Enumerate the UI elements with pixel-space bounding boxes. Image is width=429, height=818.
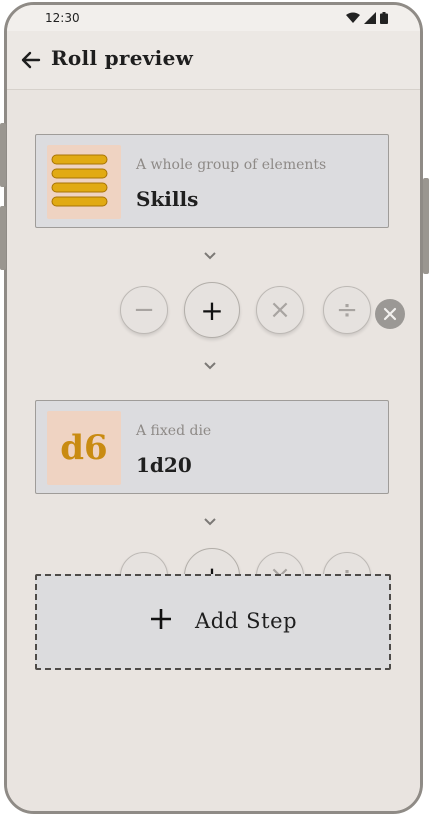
step-card-fixed-die[interactable]: d6 A fixed die 1d20 (35, 400, 389, 494)
step-title: 1d20 (136, 453, 192, 477)
divide-operator-button[interactable]: ÷ (323, 286, 371, 334)
page-title: Roll preview (51, 46, 194, 70)
remove-step-button[interactable] (375, 299, 405, 329)
close-icon (383, 307, 397, 321)
volume-down-side-button (0, 206, 6, 270)
multiply-symbol: × (269, 295, 291, 325)
step-type-label: A fixed die (136, 423, 212, 439)
d6-die-icon: d6 (47, 411, 121, 485)
add-symbol: + (200, 293, 224, 327)
volume-up-side-button (0, 123, 6, 187)
subtract-symbol: − (133, 295, 155, 325)
status-bar: 12:30 (7, 5, 420, 31)
status-icons (346, 12, 388, 24)
plus-icon (151, 609, 171, 629)
stacked-bars-icon (47, 145, 121, 219)
wifi-icon (346, 12, 360, 23)
divide-symbol: ÷ (336, 295, 358, 325)
back-arrow-icon[interactable] (19, 49, 41, 71)
chevron-down-icon (204, 362, 216, 370)
step-card-skills[interactable]: A whole group of elements Skills (35, 134, 389, 228)
multiply-operator-button[interactable]: × (256, 286, 304, 334)
status-time: 12:30 (45, 11, 80, 25)
step-type-label: A whole group of elements (136, 157, 327, 173)
power-side-button (423, 178, 429, 274)
step-title: Skills (136, 187, 199, 211)
app-bar: Roll preview (7, 31, 420, 90)
subtract-operator-button[interactable]: − (120, 286, 168, 334)
signal-icon (364, 12, 376, 24)
phone-frame: 12:30 Roll preview A whole group of elem… (4, 2, 423, 814)
chevron-down-icon (204, 518, 216, 526)
chevron-down-icon (204, 252, 216, 260)
add-operator-button[interactable]: + (184, 282, 240, 338)
add-step-label: Add Step (195, 609, 298, 633)
add-step-button[interactable]: Add Step (35, 574, 391, 670)
battery-icon (380, 12, 388, 24)
die-icon-label: d6 (60, 428, 108, 468)
